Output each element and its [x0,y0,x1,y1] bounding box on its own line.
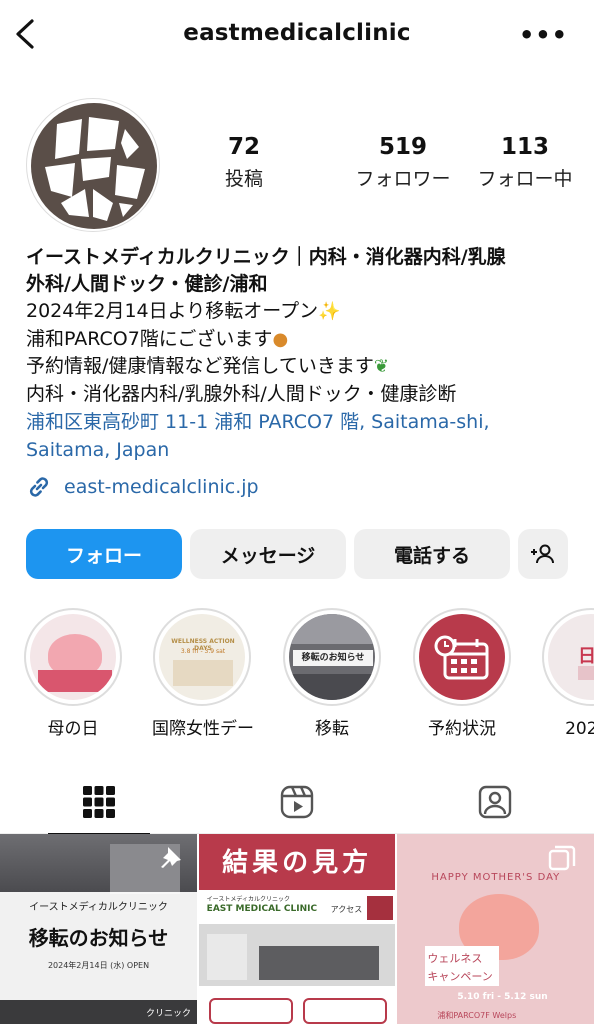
highlight-reservation[interactable]: 予約状況 [412,608,512,739]
story-highlights: 母の日 WELLNESS ACTION DAYS 3.8 fri - 3.9 s… [0,608,594,743]
more-options-icon[interactable]: ••• [519,23,568,47]
bio-name-line-2: 外科/人間ドック・健診/浦和 [26,273,268,295]
highlight-thumb-sub: 3.8 fri - 3.9 sat [180,648,226,655]
pin-icon [161,847,181,868]
post-title: 移転のお知らせ [28,926,169,950]
bio-line-1: 2024年2月14日より移転オープン✨ [26,298,571,326]
top-bar: eastmedicalclinic ••• [0,0,594,72]
follow-button[interactable]: フォロー [26,529,182,579]
highlight-thumb-title: 移転のお知らせ [293,650,373,666]
profile-username: eastmedicalclinic [183,20,411,46]
highlight-thumb: 移転のお知らせ [289,614,375,700]
highlight-thumb [419,614,505,700]
add-person-icon [531,544,554,564]
clinic-logo [31,103,157,229]
post-access: アクセス [330,905,363,914]
tab-tagged[interactable] [396,770,594,834]
highlight-label: 予約状況 [428,719,496,739]
highlight-ring: 移転のお知らせ [283,608,381,706]
profile-stats: 72 投稿 519 フォロワー 113 フォロー中 [200,134,580,191]
post-dates: 5.10 fri - 5.12 sun [457,992,548,1002]
website-link[interactable]: east-medicalclinic.jp [26,474,571,500]
bio-line-4: 内科・消化器内科/乳腺外科/人間ドック・健康診断 [26,382,457,405]
bio-line-1-text: 2024年2月14日より移転オープン [26,300,319,322]
sparkles-icon: ✨ [318,301,341,322]
highlight-label: 移転 [315,719,349,739]
highlight-label: 母の日 [47,719,99,739]
followers-count[interactable]: 519 フォロワー [328,134,478,191]
post-tile-results[interactable]: 結果の見方 イーストメディカルクリニック EAST MEDICAL CLINIC… [198,834,396,1024]
following-count-value: 113 [500,134,549,160]
add-person-button[interactable] [518,529,568,579]
post-campaign-2: キャンペーン [427,970,493,983]
content-tabs [0,770,594,835]
tab-grid[interactable] [0,770,198,835]
highlight-label: 国際女性デー [152,719,254,739]
post-foot: クリニック [146,1009,192,1019]
profile-bio: イーストメディカルクリニック｜内科・消化器内科/乳腺 外科/人間ドック・健診/浦… [26,244,571,500]
bio-line-2-text: 浦和PARCO7階にございます [26,327,273,350]
multiple-posts-icon [549,845,576,871]
post-tile-relocation[interactable]: イーストメディカルクリニック 移転のお知らせ 2024年2月14日 (水) OP… [0,834,197,1024]
highlight-thumb-title: 日 [578,646,594,667]
post-brand-jp: イーストメディカルクリニック [206,896,290,903]
highlight-ring: 日 [542,608,594,706]
highlight-mothers-day[interactable]: 母の日 [23,608,123,739]
bio-location-line-1[interactable]: 浦和区東高砂町 11-1 浦和 PARCO7 階, Saitama-shi, [26,408,571,436]
bio-line-3-text: 予約情報/健康情報など発信していきます [26,355,374,377]
following-count[interactable]: 113 フォロー中 [470,134,580,191]
posts-count-value: 72 [227,134,260,160]
following-count-label: フォロー中 [477,168,573,190]
post-title: 結果の見方 [222,848,373,878]
bio-line-2: 浦和PARCO7階にございます● [26,326,571,354]
tagged-person-icon [478,785,512,819]
highlight-thumb: 日 [548,614,594,700]
followers-count-value: 519 [378,134,427,160]
highlight-2023[interactable]: 日 2023ｷ [541,608,594,739]
link-icon [29,477,49,497]
highlight-ring: WELLNESS ACTION DAYS 3.8 fri - 3.9 sat [153,608,251,706]
profile-actions: フォロー メッセージ 電話する [26,529,568,579]
highlight-ring [24,608,122,706]
call-button[interactable]: 電話する [354,529,510,579]
highlight-relocation[interactable]: 移転のお知らせ 移転 [282,608,382,739]
followers-count-label: フォロワー [355,168,451,190]
person-tipping-hand-icon: ● [272,328,289,350]
reels-icon [280,785,314,819]
profile-avatar[interactable] [26,98,160,232]
message-button[interactable]: メッセージ [190,529,346,579]
post-brand: EAST MEDICAL CLINIC [206,904,318,914]
highlight-womens-day[interactable]: WELLNESS ACTION DAYS 3.8 fri - 3.9 sat 国… [152,608,254,739]
tab-reels[interactable] [198,770,396,834]
highlight-thumb: WELLNESS ACTION DAYS 3.8 fri - 3.9 sat [159,614,245,700]
post-tile-mothers-day[interactable]: HAPPY MOTHER'S DAY ウェルネス キャンペーン 5.10 fri… [397,834,594,1024]
grid-icon [83,786,115,818]
post-venue: 浦和PARCO7F Welps [437,1011,517,1020]
posts-count-label: 投稿 [224,168,263,190]
post-date: 2024年2月14日 (水) OPEN [47,961,150,970]
seedling-icon: ❦ [373,356,389,377]
bio-name-line-1: イーストメディカルクリニック｜内科・消化器内科/乳腺 [26,246,506,268]
highlight-ring [413,608,511,706]
highlight-label: 2023ｷ [565,719,594,739]
post-brand: イーストメディカルクリニック [29,902,168,913]
website-link-text: east-medicalclinic.jp [64,476,259,498]
posts-count: 72 投稿 [200,134,288,191]
highlight-thumb [30,614,116,700]
bio-location-line-2[interactable]: Saitama, Japan [26,436,571,464]
bio-line-3: 予約情報/健康情報など発信していきます❦ [26,353,571,381]
calendar-clock-icon [434,635,489,680]
post-grid: イーストメディカルクリニック 移転のお知らせ 2024年2月14日 (水) OP… [0,834,594,1024]
menu-icon [366,896,393,920]
post-campaign-1: ウェルネス [427,952,483,965]
